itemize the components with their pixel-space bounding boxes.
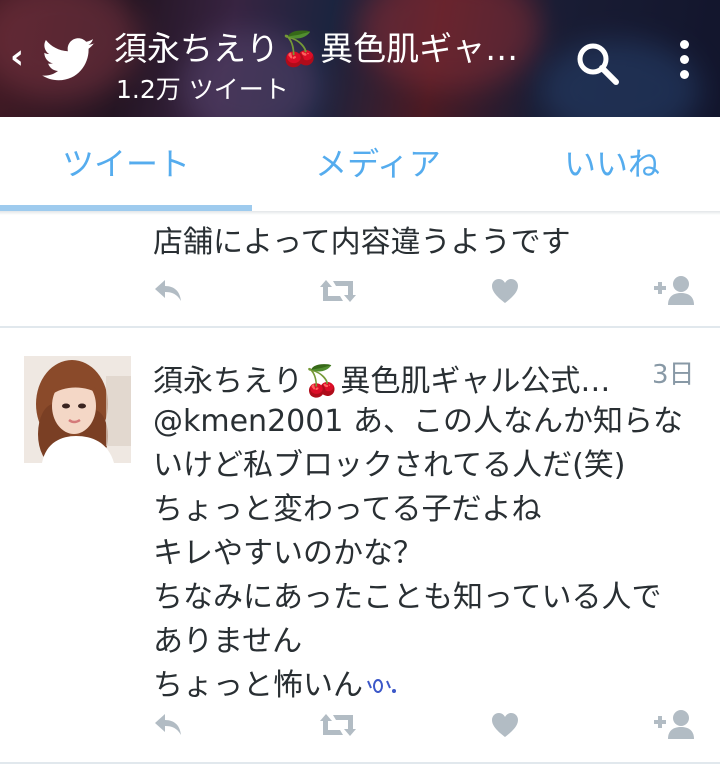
like-icon[interactable] [490,712,520,738]
profile-header: ‹ 須永ちえり🍒異色肌ギャル公式アカウント 1.2万 ツイート [0,0,720,117]
tab-media[interactable]: メディア [252,117,504,211]
tweet-author-name[interactable]: 須永ちえり🍒異色肌ギャル公式… [153,356,623,400]
twitter-bird-icon [42,38,95,81]
tweet-text-line: ちなみにあったことも知っている人で [153,580,662,615]
reply-icon[interactable] [153,278,183,304]
tweet-text-line: ちょっと変わってる子だよね [153,492,542,527]
search-icon[interactable] [574,40,620,86]
tweet-count: 1.2万 ツイート [116,75,289,104]
tweet-text-line: いけど私ブロックされてる人だ(笑) [153,448,626,483]
profile-tabs: ツイート メディア いいね [0,117,720,211]
tweet-divider [0,762,720,764]
tweet-text-line-content: ちょっと怖いん [153,668,363,703]
tabs-shadow [0,211,720,215]
profile-title: 須永ちえり🍒異色肌ギャル公式アカウント [114,29,544,68]
avatar[interactable] [24,356,131,463]
tweet-text-line: ありません [153,624,303,659]
like-icon[interactable] [490,278,520,304]
tweet-text-line: @kmen2001 あ、この人なんか知らな [153,404,683,439]
follow-icon[interactable] [653,274,695,306]
teary-emoji-icon [367,679,396,693]
follow-icon[interactable] [653,708,695,740]
tab-likes[interactable]: いいね [504,117,720,211]
tweet-text-line: ちょっと怖いん [153,660,399,704]
more-vertical-icon[interactable] [674,40,694,86]
tweet-text: 店舗によって内容違うようです [153,225,571,260]
retweet-icon[interactable] [318,278,358,304]
back-chevron-icon[interactable]: ‹ [10,40,24,74]
tweet-text-line: キレやすいのかな？ [153,536,423,571]
tab-tweets[interactable]: ツイート [0,117,252,211]
tweet-timestamp: 3日 [652,360,695,390]
tweet-divider [0,326,720,328]
reply-icon[interactable] [153,712,183,738]
retweet-icon[interactable] [318,712,358,738]
